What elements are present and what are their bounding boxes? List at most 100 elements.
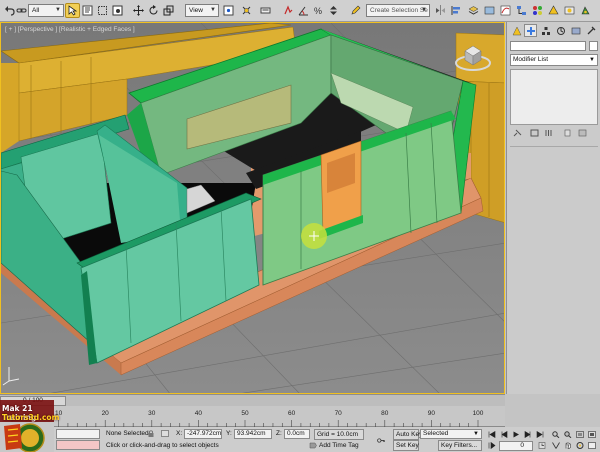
maxscript-listener-field[interactable] (56, 429, 100, 439)
zoom-extents-all-icon[interactable] (587, 430, 596, 439)
render-production-icon[interactable] (578, 3, 593, 18)
current-frame-field[interactable]: 0 (499, 441, 533, 451)
render-setup-icon[interactable] (546, 3, 561, 18)
tab-create[interactable] (510, 24, 523, 37)
rollout-area (510, 146, 598, 390)
lock-selection-icon[interactable] (146, 429, 155, 438)
select-by-name-icon[interactable] (80, 3, 95, 18)
tick-label: 60 (287, 410, 296, 417)
select-and-scale-icon[interactable] (161, 3, 176, 18)
link-icon[interactable] (14, 3, 29, 18)
rect-selection-region-icon[interactable] (95, 3, 110, 18)
svg-text:%: % (314, 6, 322, 16)
absolute-mode-icon[interactable] (160, 429, 169, 438)
spinner-snap-icon[interactable] (326, 3, 341, 18)
mirror-icon[interactable] (433, 3, 448, 18)
previous-frame-icon[interactable] (499, 430, 508, 439)
tab-modify[interactable] (524, 24, 537, 37)
go-to-start-icon[interactable] (487, 430, 496, 439)
reference-coord-dropdown[interactable]: View ▼ (185, 4, 219, 17)
maxscript-result-field[interactable] (56, 440, 100, 450)
select-and-rotate-icon[interactable] (146, 3, 161, 18)
viewport-scene (1, 23, 504, 393)
command-panel: Modifier List ▼ (506, 22, 600, 394)
edit-named-selection-icon[interactable] (348, 3, 363, 18)
tick-label: 40 (194, 410, 203, 417)
zoom-all-icon[interactable] (563, 430, 572, 439)
time-configuration-icon[interactable] (537, 441, 546, 450)
selection-filter-dropdown[interactable]: All ▼ (28, 4, 64, 17)
window-crossing-icon[interactable] (110, 3, 125, 18)
tab-motion[interactable] (554, 24, 567, 37)
play-icon[interactable] (511, 430, 520, 439)
reference-coord-value: View (189, 7, 203, 14)
align-icon[interactable] (449, 3, 464, 18)
tab-utilities[interactable] (584, 24, 597, 37)
next-frame-icon[interactable] (523, 430, 532, 439)
set-key-button[interactable]: Set Key (393, 440, 419, 451)
angle-snap-icon[interactable] (296, 3, 311, 18)
key-mode-dropdown[interactable]: Selected ▼ (420, 429, 482, 439)
time-tag-icon[interactable] (308, 441, 317, 450)
percent-snap-icon[interactable]: % (311, 3, 326, 18)
material-editor-icon[interactable] (530, 3, 545, 18)
set-keys-key-icon[interactable] (374, 435, 388, 446)
key-mode-toggle-icon[interactable] (487, 441, 496, 450)
pan-view-icon[interactable] (563, 441, 572, 450)
named-selection-placeholder: Create Selection Se (370, 7, 428, 14)
rendered-frame-window-icon[interactable] (562, 3, 577, 18)
x-coordinate-field[interactable]: -247.972cm (184, 429, 222, 439)
main-toolbar: All ▼ View ▼ % Create Selection Se ▼ (0, 0, 600, 22)
tick-label: 100 (472, 410, 484, 417)
schematic-view-icon[interactable] (514, 3, 529, 18)
perspective-viewport[interactable]: [ + ] [Perspective ] [Realistic + Edged … (0, 22, 505, 394)
object-name-field[interactable] (510, 41, 586, 51)
layer-manager-icon[interactable] (466, 3, 481, 18)
zoom-icon[interactable] (551, 430, 560, 439)
pivot-center-icon[interactable] (221, 3, 236, 18)
make-unique-icon[interactable] (543, 128, 554, 137)
add-time-tag-button[interactable]: Add Time Tag (319, 442, 359, 449)
field-of-view-icon[interactable] (551, 441, 560, 450)
object-color-swatch[interactable] (589, 41, 598, 51)
chevron-down-icon: ▼ (473, 431, 479, 437)
key-mode-value: Selected (423, 430, 449, 437)
y-coordinate-field[interactable]: 93.942cm (234, 429, 272, 439)
track-bar[interactable]: 0102030405060708090100 (0, 406, 505, 427)
select-manipulate-icon[interactable] (239, 3, 254, 18)
key-filters-button[interactable]: Key Filters... (438, 440, 482, 451)
zoom-extents-icon[interactable] (575, 430, 584, 439)
z-coordinate-field[interactable]: 0.0cm (284, 429, 310, 439)
tab-hierarchy[interactable] (539, 24, 552, 37)
keyboard-shortcut-icon[interactable] (258, 3, 273, 18)
graphite-ribbon-icon[interactable] (482, 3, 497, 18)
pin-stack-icon[interactable] (512, 128, 523, 137)
show-end-result-icon[interactable] (529, 128, 540, 137)
modifier-stack[interactable] (510, 69, 598, 125)
grid-size-display: Grid = 10.0cm (314, 429, 364, 440)
maximize-viewport-icon[interactable] (587, 441, 596, 450)
named-selection-sets-dropdown[interactable]: Create Selection Se ▼ (366, 4, 430, 17)
chevron-down-icon: ▼ (589, 57, 595, 63)
tab-display[interactable] (569, 24, 582, 37)
time-slider-track[interactable]: 0 / 100 (0, 394, 505, 406)
go-to-end-icon[interactable] (535, 430, 544, 439)
select-object-icon[interactable] (65, 3, 80, 18)
x-label: X: (176, 430, 183, 437)
y-label: Y: (226, 430, 232, 437)
tick-label: 30 (148, 410, 156, 417)
viewport-label[interactable]: [ + ] [Perspective ] [Realistic + Edged … (5, 26, 135, 33)
orbit-icon[interactable] (575, 441, 584, 450)
modifier-list-label: Modifier List (513, 56, 549, 63)
remove-modifier-icon[interactable] (562, 128, 573, 137)
tick-label: 80 (381, 410, 389, 417)
configure-modifier-sets-icon[interactable] (577, 128, 588, 137)
modifier-list-dropdown[interactable]: Modifier List ▼ (510, 54, 598, 66)
snaps-toggle-icon[interactable] (281, 3, 296, 18)
status-bar: None Selected X: -247.972cm Y: 93.942cm … (0, 427, 600, 452)
auto-key-button[interactable]: Auto Key (393, 429, 422, 440)
prompt-line: Click or click-and-drag to select object… (106, 442, 219, 449)
select-and-move-icon[interactable] (131, 3, 146, 18)
curve-editor-icon[interactable] (498, 3, 513, 18)
watermark-logo: Mak 21 Training Tutors3d.com (0, 396, 59, 452)
